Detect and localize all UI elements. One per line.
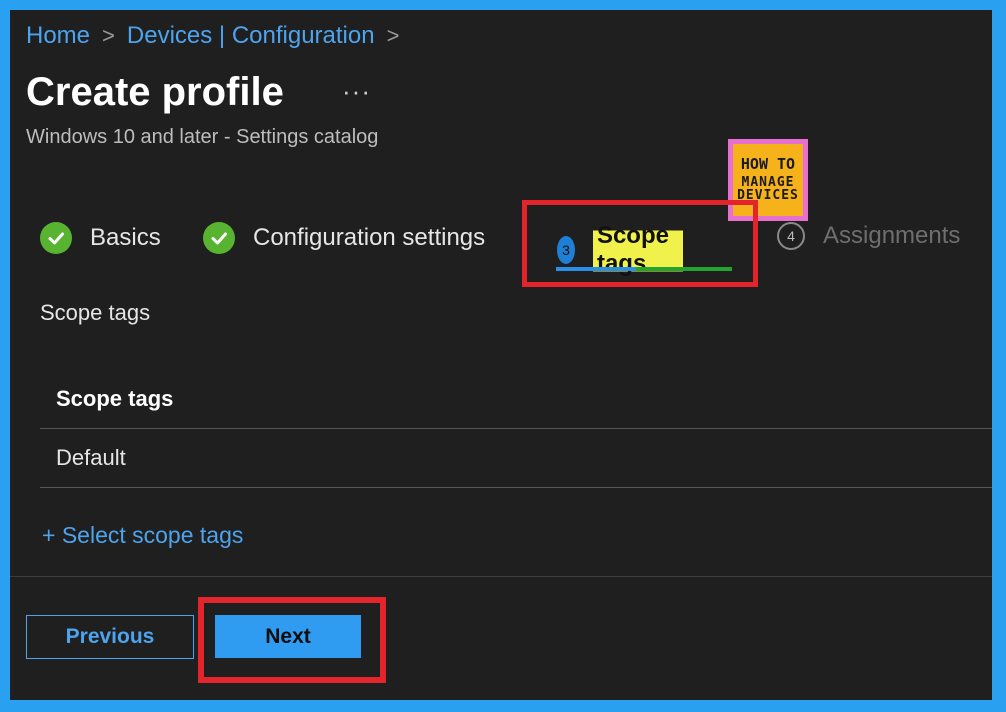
breadcrumb-separator: > (102, 23, 115, 48)
more-options-button[interactable]: ··· (342, 76, 371, 107)
breadcrumb: Home > Devices | Configuration > (26, 22, 399, 50)
tab-basics[interactable]: Basics (40, 222, 161, 254)
breadcrumb-separator: > (386, 23, 400, 48)
footer-divider (10, 576, 992, 577)
checkmark-icon (203, 222, 235, 254)
breadcrumb-home[interactable]: Home (26, 22, 90, 50)
tab-label: Configuration settings (253, 224, 486, 251)
select-scope-tags-link[interactable]: + Select scope tags (42, 522, 243, 549)
tab-assignments[interactable]: 4 Assignments (777, 222, 960, 250)
table-row: Default (40, 429, 992, 488)
annotation-highlight-box (198, 597, 386, 683)
breadcrumb-devices-configuration[interactable]: Devices | Configuration (127, 22, 375, 50)
tab-label: Assignments (823, 222, 961, 249)
create-profile-window: Home > Devices | Configuration > Create … (10, 10, 992, 700)
page-title: Create profile (26, 70, 284, 114)
scope-tags-table: Scope tags Default (40, 370, 992, 488)
annotation-highlight-box (522, 200, 758, 287)
table-header: Scope tags (40, 370, 992, 429)
previous-button[interactable]: Previous (26, 615, 194, 659)
tab-label: Basics (90, 224, 161, 251)
checkmark-icon (40, 222, 72, 254)
section-label: Scope tags (40, 300, 151, 325)
step-number-badge: 4 (777, 222, 805, 250)
tab-configuration-settings[interactable]: Configuration settings (203, 222, 485, 254)
logo-line-2: MANAGE (741, 174, 795, 190)
logo-line-1: HOW TO (740, 154, 796, 173)
page-subtitle: Windows 10 and later - Settings catalog (26, 126, 379, 148)
